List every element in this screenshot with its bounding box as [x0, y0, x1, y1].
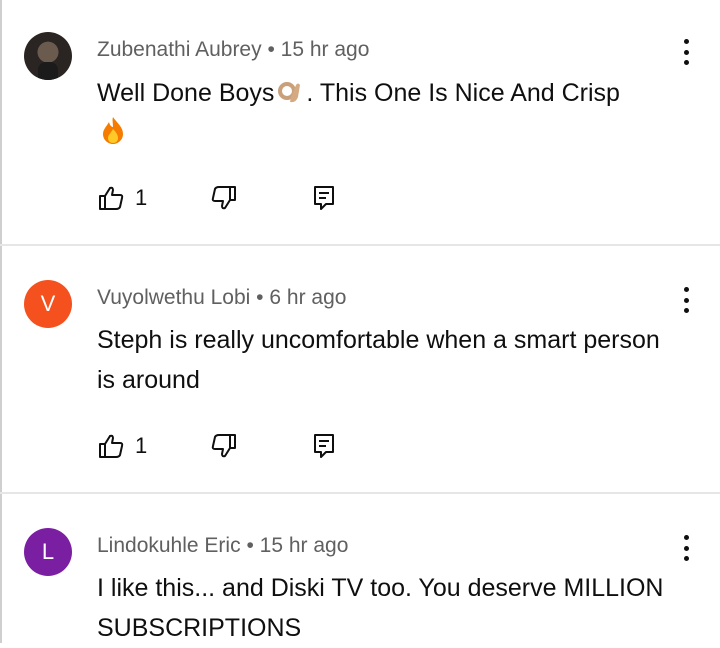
thumb-up-icon — [99, 434, 124, 458]
comment-time: 15 hr ago — [259, 534, 349, 557]
meta-separator: • — [256, 286, 264, 309]
reply-icon — [314, 186, 334, 210]
comment-text-part1: Well Done Boys — [97, 79, 275, 107]
thumb-down-icon — [211, 186, 236, 210]
more-vert-icon[interactable] — [674, 284, 698, 316]
avatar-letter: V — [40, 291, 56, 316]
more-vert-icon[interactable] — [674, 532, 698, 564]
comment-text: Steph is really uncomfortable when a sma… — [97, 326, 660, 394]
reply-button[interactable] — [310, 183, 338, 213]
reply-button[interactable] — [310, 431, 338, 461]
dislike-button[interactable] — [210, 431, 238, 461]
ok-hand-emoji — [278, 82, 301, 103]
more-vert-icon[interactable] — [674, 36, 698, 68]
dislike-button[interactable] — [210, 183, 238, 213]
comment-meta: Zubenathi Aubrey • 15 hr ago — [97, 38, 369, 62]
comment-divider — [0, 244, 720, 246]
avatar[interactable] — [24, 32, 72, 80]
thumb-up-icon — [99, 186, 124, 210]
like-button[interactable]: 1 — [97, 431, 147, 461]
comment-meta: Vuyolwethu Lobi • 6 hr ago — [97, 286, 346, 310]
thumb-down-icon — [211, 434, 236, 458]
meta-separator: • — [246, 534, 254, 557]
avatar[interactable]: V — [24, 280, 72, 328]
comment-text-part2: . This One Is Nice And Crisp — [306, 79, 620, 107]
comment-author[interactable]: Zubenathi Aubrey — [97, 38, 262, 61]
reply-icon — [314, 434, 334, 458]
left-edge-line — [0, 0, 2, 643]
avatar-letter: L — [41, 539, 55, 564]
comment-author[interactable]: Vuyolwethu Lobi — [97, 286, 250, 309]
fire-emoji — [103, 117, 123, 144]
comment-time: 15 hr ago — [280, 38, 370, 61]
like-count: 1 — [135, 185, 148, 210]
comment-text: Well Done Boys . This One Is Nice And Cr… — [97, 73, 677, 153]
like-count: 1 — [135, 433, 148, 458]
comment-time: 6 hr ago — [269, 286, 347, 309]
like-button[interactable]: 1 — [97, 183, 147, 213]
comment-author[interactable]: Lindokuhle Eric — [97, 534, 241, 557]
comment-actions: 1 — [97, 431, 357, 461]
avatar[interactable]: L — [24, 528, 72, 576]
comment-actions: 1 — [97, 183, 357, 213]
comment-divider — [0, 492, 720, 494]
comment-text: I like this... and Diski TV too. You des… — [97, 574, 664, 642]
comment-meta: Lindokuhle Eric • 15 hr ago — [97, 534, 348, 558]
meta-separator: • — [267, 38, 275, 61]
